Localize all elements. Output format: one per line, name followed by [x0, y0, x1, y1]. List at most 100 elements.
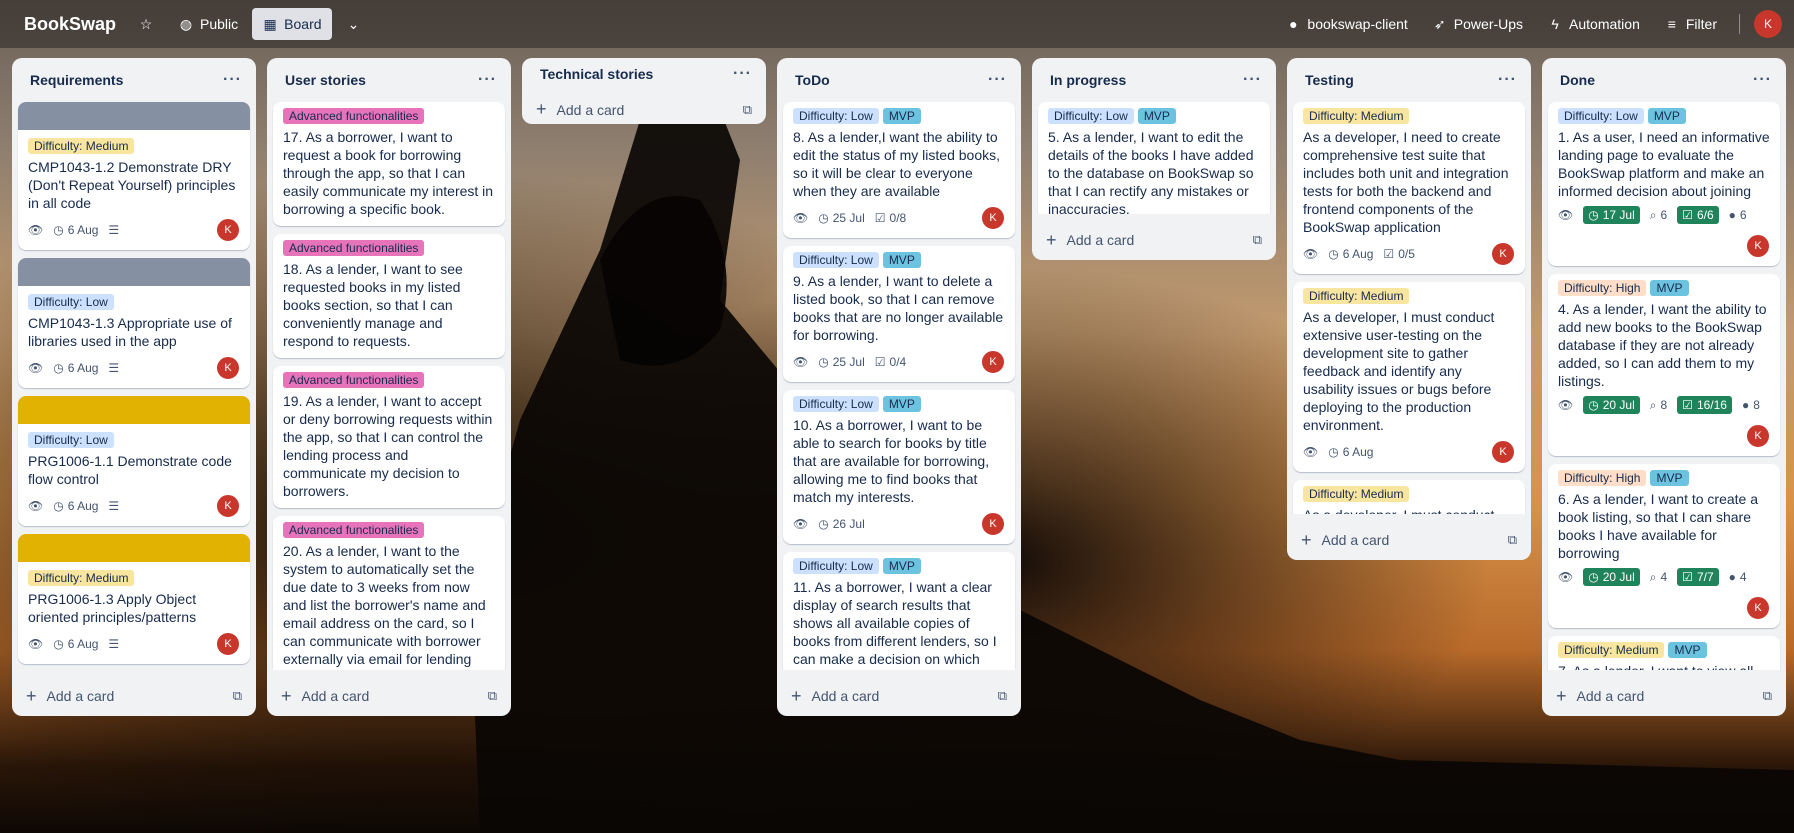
- card-label[interactable]: Advanced functionalities: [283, 240, 425, 256]
- template-icon[interactable]: ⧉: [1253, 232, 1262, 248]
- card-label[interactable]: Difficulty: Low: [793, 396, 879, 412]
- card[interactable]: Difficulty: MediumMVP 7. As a lender, I w…: [1548, 636, 1780, 670]
- card-label[interactable]: Difficulty: High: [1558, 470, 1647, 486]
- add-card-button[interactable]: + Add a card ⧉: [267, 676, 511, 716]
- list-menu-icon[interactable]: ···: [1243, 71, 1262, 89]
- add-card-button[interactable]: + Add a card ⧉: [12, 676, 256, 716]
- card[interactable]: Difficulty: High MVP 6. As a lender, I wan…: [1548, 464, 1780, 628]
- card-label[interactable]: MVP: [1137, 108, 1176, 124]
- card-label[interactable]: Difficulty: Low: [793, 558, 879, 574]
- template-icon[interactable]: ⧉: [488, 688, 497, 704]
- due-date-badge[interactable]: ◷ 26 Jul: [818, 517, 865, 531]
- card-label[interactable]: MVP: [1668, 642, 1707, 658]
- card-label[interactable]: MVP: [882, 252, 921, 268]
- card[interactable]: Difficulty: Low MVP 5. As a lender, I want…: [1038, 102, 1270, 214]
- card-label[interactable]: Difficulty: Low: [1048, 108, 1134, 124]
- view-switcher-button[interactable]: ⌄: [336, 8, 372, 40]
- due-date-badge[interactable]: ◷ 17 Jul: [1583, 206, 1640, 224]
- card[interactable]: Difficulty: High MVP 4. As a lender, I wan…: [1548, 274, 1780, 456]
- member-avatar[interactable]: K: [1491, 440, 1515, 464]
- list-menu-icon[interactable]: ···: [478, 71, 497, 89]
- filter-button[interactable]: ≡ Filter: [1654, 8, 1727, 40]
- card[interactable]: Difficulty: Low CMP1043-1.3 Appropriate u…: [18, 258, 250, 388]
- card[interactable]: Difficulty: Low MVP 1. As a user, I need a…: [1548, 102, 1780, 266]
- visibility-button[interactable]: ◍ Public: [168, 8, 248, 40]
- card-label[interactable]: Advanced functionalities: [283, 108, 425, 124]
- card-label[interactable]: Difficulty: Medium: [28, 138, 135, 154]
- member-avatar[interactable]: K: [1746, 424, 1770, 448]
- card-label[interactable]: MVP: [882, 396, 921, 412]
- member-avatar[interactable]: K: [1746, 596, 1770, 620]
- template-icon[interactable]: ⧉: [233, 688, 242, 704]
- template-icon[interactable]: ⧉: [1508, 532, 1517, 548]
- card-label[interactable]: MVP: [1647, 108, 1686, 124]
- github-repo-button[interactable]: ● bookswap-client: [1275, 8, 1417, 40]
- list-menu-icon[interactable]: ···: [733, 65, 752, 83]
- card-label[interactable]: Difficulty: Low: [793, 108, 879, 124]
- card[interactable]: Difficulty: Low MVP 8. As a lender,I want …: [783, 102, 1015, 238]
- card[interactable]: Difficulty: Medium PRG1006-1.3 Apply Obje…: [18, 534, 250, 664]
- card-label[interactable]: Difficulty: Medium: [1303, 288, 1410, 304]
- due-date-badge[interactable]: ◷ 6 Aug: [53, 223, 98, 237]
- card[interactable]: Advanced functionalities 17. As a borrowe…: [273, 102, 505, 226]
- template-icon[interactable]: ⧉: [998, 688, 1007, 704]
- card[interactable]: Difficulty: Medium As a developer, I need…: [1293, 102, 1525, 274]
- card-label[interactable]: Difficulty: Medium: [1303, 108, 1410, 124]
- due-date-badge[interactable]: ◷ 25 Jul: [818, 355, 865, 369]
- due-date-badge[interactable]: ◷ 6 Aug: [53, 361, 98, 375]
- template-icon[interactable]: ⧉: [1763, 688, 1772, 704]
- list-title[interactable]: ToDo: [795, 72, 830, 88]
- add-card-button[interactable]: + Add a card ⧉: [1032, 220, 1276, 260]
- due-date-badge[interactable]: ◷ 6 Aug: [1328, 247, 1373, 261]
- list-title[interactable]: Testing: [1305, 72, 1354, 88]
- list-title[interactable]: Done: [1560, 72, 1595, 88]
- card[interactable]: Difficulty: Low MVP 10. As a borrower, I w…: [783, 390, 1015, 544]
- member-avatar[interactable]: K: [981, 350, 1005, 374]
- member-avatar[interactable]: K: [981, 512, 1005, 536]
- card-label[interactable]: Difficulty: Medium: [1303, 486, 1410, 502]
- automation-button[interactable]: ϟ Automation: [1537, 8, 1650, 40]
- add-card-button[interactable]: + Add a card ⧉: [1287, 520, 1531, 560]
- template-icon[interactable]: ⧉: [743, 102, 752, 118]
- card[interactable]: Difficulty: Medium As a developer, I must…: [1293, 282, 1525, 472]
- member-avatar[interactable]: K: [981, 206, 1005, 230]
- card[interactable]: Difficulty: Low MVP 9. As a lender, I want…: [783, 246, 1015, 382]
- card[interactable]: Advanced functionalities 18. As a lender,…: [273, 234, 505, 358]
- member-avatar[interactable]: K: [216, 356, 240, 380]
- card-label[interactable]: Difficulty: Low: [28, 294, 114, 310]
- card-label[interactable]: Difficulty: Medium: [1558, 642, 1665, 658]
- board-name[interactable]: BookSwap: [12, 14, 128, 35]
- star-button[interactable]: ☆: [128, 8, 164, 40]
- card-label[interactable]: MVP: [882, 558, 921, 574]
- card[interactable]: Advanced functionalities 20. As a lender,…: [273, 516, 505, 670]
- card-label[interactable]: Difficulty: Low: [28, 432, 114, 448]
- member-avatar[interactable]: K: [216, 494, 240, 518]
- card-label[interactable]: Difficulty: Medium: [28, 570, 135, 586]
- card[interactable]: Advanced functionalities 19. As a lender,…: [273, 366, 505, 508]
- add-card-button[interactable]: + Add a card ⧉: [777, 676, 1021, 716]
- user-avatar[interactable]: K: [1754, 10, 1782, 38]
- card-label[interactable]: Difficulty: High: [1558, 280, 1647, 296]
- member-avatar[interactable]: K: [216, 218, 240, 242]
- card-label[interactable]: Advanced functionalities: [283, 372, 425, 388]
- add-card-button[interactable]: + Add a card ⧉: [1542, 676, 1786, 716]
- due-date-badge[interactable]: ◷ 20 Jul: [1583, 396, 1640, 414]
- card[interactable]: Difficulty: Medium CMP1043-1.2 Demonstrat…: [18, 102, 250, 250]
- due-date-badge[interactable]: ◷ 25 Jul: [818, 211, 865, 225]
- card-label[interactable]: Difficulty: Low: [793, 252, 879, 268]
- powerups-button[interactable]: ➶ Power-Ups: [1422, 8, 1533, 40]
- card-label[interactable]: Advanced functionalities: [283, 522, 425, 538]
- list-title[interactable]: Technical stories: [540, 66, 653, 82]
- card[interactable]: Difficulty: Medium As a developer, I must…: [1293, 480, 1525, 514]
- list-title[interactable]: User stories: [285, 72, 366, 88]
- list-menu-icon[interactable]: ···: [223, 71, 242, 89]
- add-card-button[interactable]: + Add a card ⧉: [522, 95, 766, 124]
- card[interactable]: Difficulty: Low PRG1006-1.1 Demonstrate c…: [18, 396, 250, 526]
- list-menu-icon[interactable]: ···: [988, 71, 1007, 89]
- view-board-button[interactable]: ▦ Board: [252, 8, 332, 40]
- card-label[interactable]: MVP: [1650, 280, 1689, 296]
- list-menu-icon[interactable]: ···: [1498, 71, 1517, 89]
- due-date-badge[interactable]: ◷ 6 Aug: [53, 499, 98, 513]
- list-menu-icon[interactable]: ···: [1753, 71, 1772, 89]
- card-label[interactable]: Difficulty: Low: [1558, 108, 1644, 124]
